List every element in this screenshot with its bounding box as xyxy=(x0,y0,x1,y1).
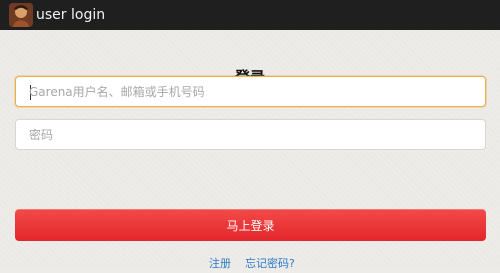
username-input[interactable] xyxy=(16,77,485,106)
user-avatar-icon xyxy=(9,3,33,27)
auth-links: 注册 忘记密码? xyxy=(0,257,500,273)
window-title-bar: user login xyxy=(0,0,500,30)
login-button[interactable]: 马上登录 xyxy=(15,209,486,241)
register-link[interactable]: 注册 xyxy=(209,257,231,271)
password-input[interactable] xyxy=(16,120,485,149)
password-field[interactable] xyxy=(15,119,486,150)
forgot-password-link[interactable]: 忘记密码? xyxy=(245,257,295,271)
username-field[interactable] xyxy=(15,76,486,107)
app-title: user login xyxy=(36,7,106,23)
login-page: 登录 马上登录 注册 忘记密码? xyxy=(0,30,500,270)
